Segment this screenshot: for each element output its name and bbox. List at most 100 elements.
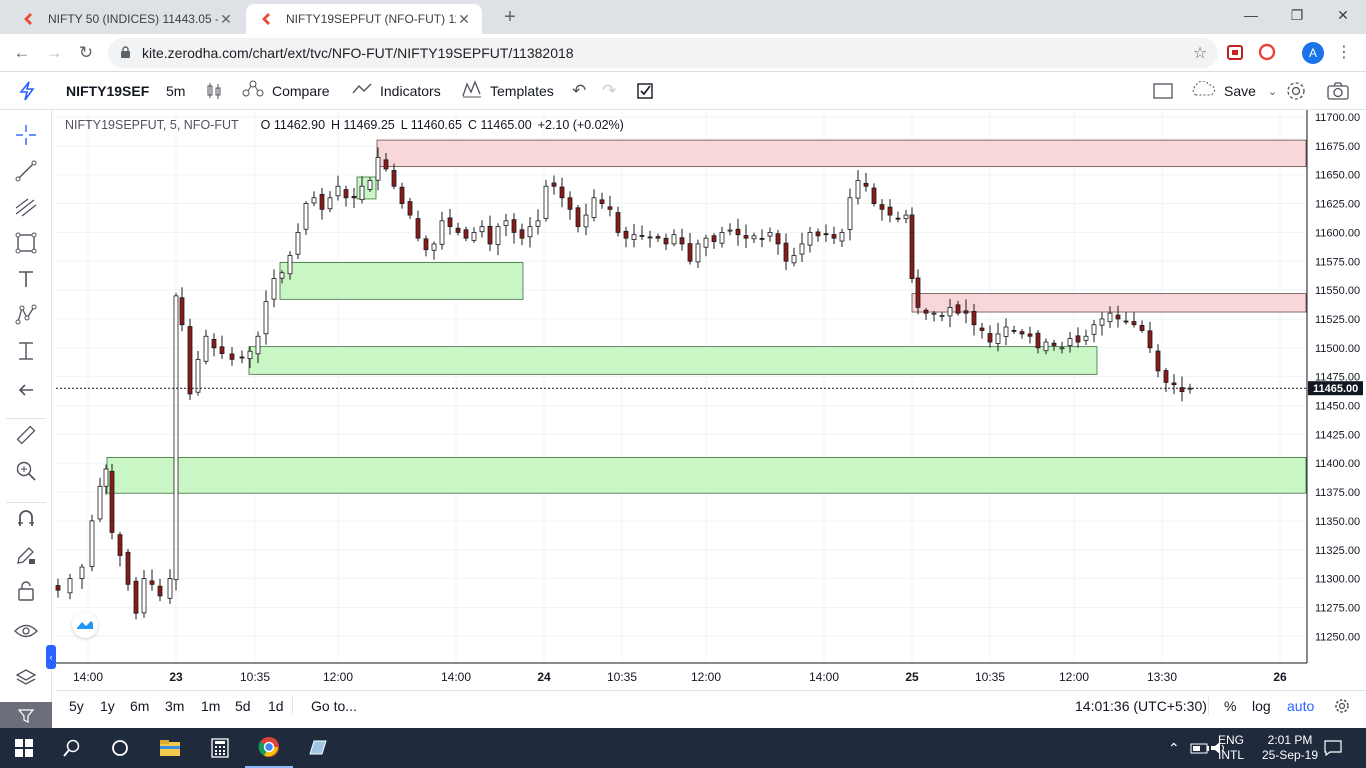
tradingview-logo-icon[interactable] <box>72 612 98 638</box>
layers-icon[interactable] <box>10 666 42 698</box>
candle-body <box>109 470 115 533</box>
candle-body <box>887 206 893 216</box>
candle-body <box>211 338 217 349</box>
crosshair-icon[interactable] <box>10 124 42 156</box>
windows-start-icon[interactable] <box>0 728 48 768</box>
system-clock[interactable]: 2:01 PM 25-Sep-19 <box>1258 728 1322 768</box>
price-tick-label: 11300.00 <box>1315 574 1360 586</box>
extension-circle-icon[interactable] <box>1258 43 1278 63</box>
range-6m[interactable]: 6m <box>130 698 149 714</box>
trend-line-icon[interactable] <box>10 160 42 192</box>
ruler-icon[interactable] <box>10 424 42 456</box>
fullscreen-icon[interactable] <box>1152 72 1174 110</box>
goto-button[interactable]: Go to... <box>311 698 357 714</box>
redo-icon[interactable]: ↷ <box>602 72 616 110</box>
url-field[interactable]: kite.zerodha.com/chart/ext/tvc/NFO-FUT/N… <box>108 38 1218 68</box>
candle-body <box>1099 318 1105 326</box>
indicators-label: Indicators <box>380 83 441 99</box>
collapse-toolbar-button[interactable]: ‹ <box>46 645 56 669</box>
eye-icon[interactable] <box>10 618 42 650</box>
range-5d[interactable]: 5d <box>235 698 251 714</box>
save-button[interactable]: Save ⌄ <box>1190 72 1277 110</box>
candle-body <box>503 220 509 226</box>
search-icon[interactable] <box>48 728 96 768</box>
range-3m[interactable]: 3m <box>165 698 184 714</box>
candle-body <box>1027 333 1033 337</box>
chrome-icon[interactable] <box>245 728 293 768</box>
candle-body <box>219 346 225 354</box>
favorites-filter-icon[interactable] <box>0 702 52 728</box>
new-tab-button[interactable]: + <box>498 6 522 30</box>
range-1y[interactable]: 1y <box>100 698 115 714</box>
compare-button[interactable]: Compare <box>242 72 330 110</box>
candle-body <box>343 189 349 199</box>
range-1m[interactable]: 1m <box>201 698 220 714</box>
extension-calendar-icon[interactable] <box>1226 43 1246 63</box>
symbol-search-button[interactable]: NIFTY19SEF <box>66 72 149 110</box>
close-window-button[interactable]: ✕ <box>1320 0 1366 30</box>
minimize-button[interactable]: — <box>1228 0 1274 30</box>
language-indicator[interactable]: ENG INTL <box>1218 728 1244 768</box>
tray-chevron-up-icon[interactable]: ⌃ <box>1168 728 1180 768</box>
candle-body <box>923 309 929 314</box>
browser-tab-nifty50[interactable]: NIFTY 50 (INDICES) 11443.05 - Ki ✕ <box>8 4 244 34</box>
candle-body <box>239 356 245 359</box>
calculator-icon[interactable] <box>196 728 244 768</box>
time-tick-label: 23 <box>169 670 183 684</box>
legend-open: O 11462.90 <box>260 118 326 132</box>
fib-tool-icon[interactable] <box>10 196 42 228</box>
legend-symbol[interactable]: NIFTY19SEPFUT, 5, NFO-FUT <box>65 118 239 132</box>
indicators-button[interactable]: Indicators <box>352 72 441 110</box>
zoom-in-icon[interactable] <box>10 460 42 492</box>
magnet-icon[interactable] <box>10 508 42 540</box>
restore-button[interactable]: ❐ <box>1274 0 1320 30</box>
close-tab-icon[interactable]: ✕ <box>218 11 234 28</box>
log-toggle[interactable]: log <box>1252 698 1271 714</box>
back-arrow-icon[interactable] <box>10 376 42 408</box>
notifications-icon[interactable] <box>1324 728 1342 768</box>
profile-avatar[interactable]: A <box>1302 42 1324 64</box>
demand-zone <box>106 457 1307 494</box>
candle-body <box>255 335 261 355</box>
range-5y[interactable]: 5y <box>69 698 84 714</box>
file-explorer-icon[interactable] <box>146 728 194 768</box>
candle-body <box>479 226 485 233</box>
checkbox-toggle-icon[interactable] <box>636 72 654 110</box>
text-tool-icon[interactable] <box>10 268 42 300</box>
templates-button[interactable]: Templates <box>462 72 554 110</box>
time-tick-label: 12:00 <box>1059 670 1089 684</box>
browser-tab-niftyfut[interactable]: NIFTY19SEPFUT (NFO-FUT) 1146 ✕ <box>246 4 482 34</box>
candle-body <box>947 307 953 317</box>
forward-icon[interactable]: → <box>41 40 67 66</box>
lock-drawings-icon[interactable] <box>10 580 42 612</box>
chart-settings-icon[interactable] <box>1334 698 1350 717</box>
bookmark-star-icon[interactable]: ☆ <box>1188 43 1212 63</box>
measure-tool-icon[interactable] <box>10 340 42 372</box>
rectangle-tool-icon[interactable] <box>10 232 42 264</box>
browser-menu-icon[interactable]: ⋮ <box>1336 42 1352 64</box>
price-chart[interactable]: 11700.00 11675.00 11650.00 11625.00 11600.00… <box>0 0 1366 768</box>
percent-toggle[interactable]: % <box>1224 698 1236 714</box>
close-tab-icon[interactable]: ✕ <box>456 11 472 28</box>
battery-icon[interactable] <box>1190 728 1210 768</box>
candle-body <box>909 214 915 279</box>
pencil-lock-icon[interactable] <box>10 544 42 576</box>
candle-body <box>1019 331 1025 335</box>
auto-toggle[interactable]: auto <box>1287 698 1314 714</box>
candle-body <box>1147 330 1153 349</box>
clock-timezone[interactable]: 14:01:36 (UTC+5:30) <box>1075 698 1207 714</box>
undo-icon[interactable]: ↶ <box>572 72 586 110</box>
interval-button[interactable]: 5m <box>166 72 185 110</box>
candle-body <box>1171 382 1177 386</box>
settings-gear-icon[interactable] <box>1285 72 1307 110</box>
camera-icon[interactable] <box>1326 72 1350 110</box>
chart-style-icon[interactable] <box>206 72 222 110</box>
back-icon[interactable]: ← <box>9 40 35 66</box>
reload-icon[interactable]: ↻ <box>73 40 99 66</box>
price-tick-label: 11700.00 <box>1315 112 1360 124</box>
range-1d[interactable]: 1d <box>268 698 284 714</box>
kite-bolt-icon[interactable] <box>18 72 36 110</box>
pattern-tool-icon[interactable] <box>10 304 42 336</box>
cortana-icon[interactable] <box>96 728 144 768</box>
app-icon[interactable] <box>294 728 342 768</box>
